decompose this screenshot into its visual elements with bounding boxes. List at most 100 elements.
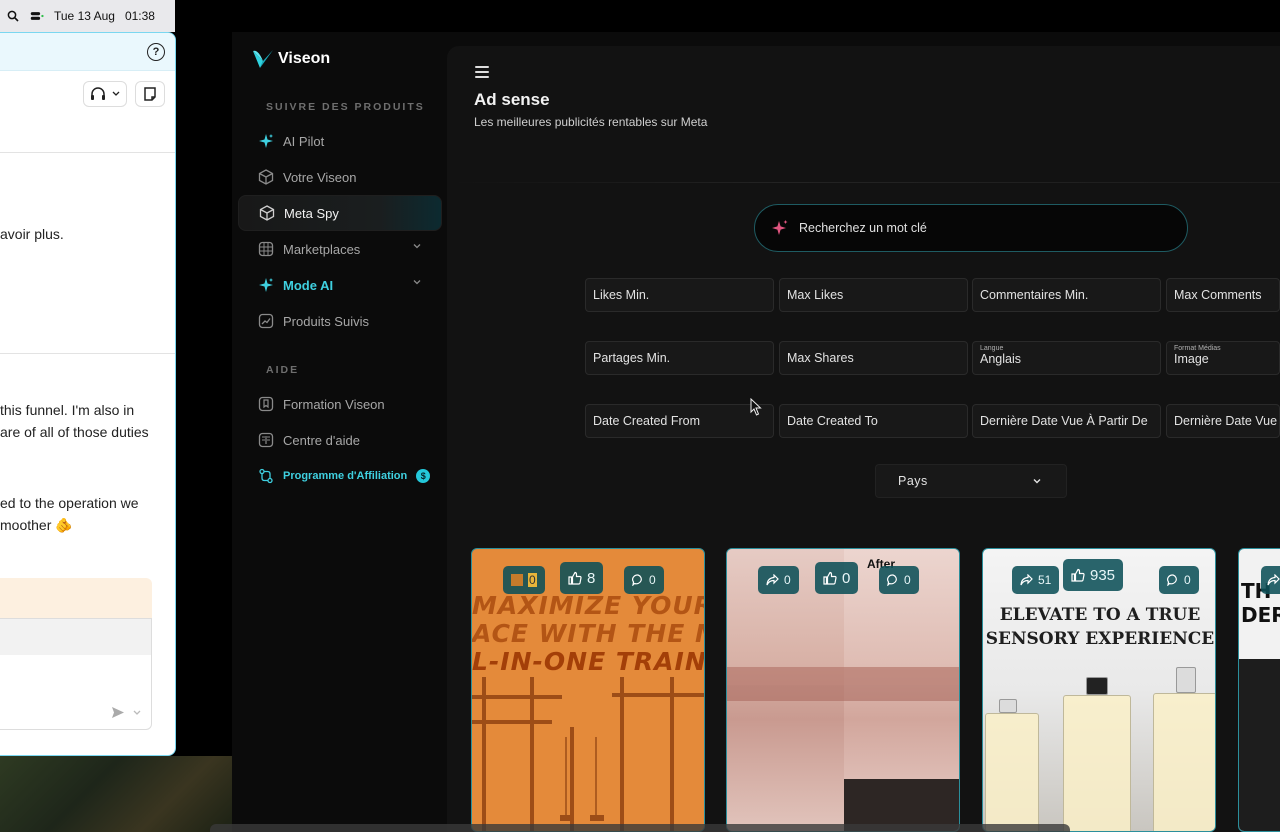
- ad-text-line: ELEVATE TO A TRUE: [999, 605, 1201, 625]
- likes-min-field[interactable]: Likes Min.: [585, 278, 774, 312]
- sidebar-item-votre-viseon[interactable]: Votre Viseon: [238, 159, 442, 195]
- section-title-products: SUIVRE DES PRODUITS: [266, 101, 425, 113]
- spotlight-search-icon[interactable]: [6, 9, 20, 23]
- sidebar-item-label: Programme d'Affiliation: [283, 470, 408, 482]
- headset-dropdown[interactable]: [83, 81, 127, 107]
- chat-window: ? avoir plus. this funnel. I'm also in a…: [0, 32, 176, 756]
- menubar: Tue 13 Aug 01:38: [0, 0, 175, 32]
- media-format-select[interactable]: Format Médias Image: [1166, 341, 1280, 375]
- sidebar-item-label: Mode AI: [283, 277, 334, 293]
- menubar-date[interactable]: Tue 13 Aug: [54, 9, 115, 23]
- help-icon[interactable]: ?: [147, 42, 165, 61]
- country-select[interactable]: Pays: [875, 464, 1067, 498]
- comments-stat: 0: [1159, 566, 1199, 594]
- field-placeholder: Commentaires Min.: [980, 288, 1089, 302]
- chat-header: ?: [0, 33, 175, 71]
- sparkle-icon: [772, 220, 788, 235]
- sidebar-item-formation-viseon[interactable]: Formation Viseon: [238, 386, 442, 422]
- menubar-time[interactable]: 01:38: [125, 9, 155, 23]
- field-placeholder: Likes Min.: [593, 288, 650, 302]
- ad-card[interactable]: After 0 0 0: [726, 548, 960, 832]
- control-center-icon[interactable]: [30, 9, 44, 23]
- sidebar-item-label: Produits Suivis: [283, 313, 369, 329]
- sidebar-item-label: Votre Viseon: [283, 169, 357, 185]
- sidebar-item-mode-ai[interactable]: Mode AI: [238, 267, 442, 303]
- sidebar-item-centre-aide[interactable]: Centre d'aide: [238, 422, 442, 458]
- chat-toolbar: [0, 71, 175, 153]
- last-seen-from-field[interactable]: Dernière Date Vue À Partir De: [972, 404, 1161, 438]
- ad-card[interactable]: ELEVATE TO A TRUE SENSORY EXPERIENCE 51 …: [982, 548, 1216, 832]
- stat-value: 935: [1090, 566, 1116, 584]
- perfume-bottle: [1153, 693, 1215, 831]
- date-created-from-field[interactable]: Date Created From: [585, 404, 774, 438]
- sidebar-item-ai-pilot[interactable]: AI Pilot: [238, 123, 442, 159]
- chevron-down-icon: [1033, 479, 1041, 484]
- notice-banner: [0, 578, 152, 618]
- stat-value: 0: [784, 573, 791, 587]
- grid-box-icon: [258, 241, 274, 257]
- shares-stat: 0: [503, 566, 545, 594]
- likes-stat: 0: [815, 562, 859, 594]
- sparkle-icon: [258, 133, 274, 149]
- viseon-logo-icon: [253, 50, 273, 68]
- bottle-cap: [1176, 667, 1196, 693]
- sidebar-item-label: Centre d'aide: [283, 432, 360, 448]
- max-comments-field[interactable]: Max Comments: [1166, 278, 1280, 312]
- sidebar-item-produits-suivis[interactable]: Produits Suivis: [238, 303, 442, 339]
- share-icon: [1267, 574, 1280, 586]
- sidebar-item-label: Meta Spy: [284, 205, 339, 221]
- share-branch-icon: [258, 468, 274, 484]
- ad-text-line: L-IN-ONE TRAIN: [472, 647, 705, 676]
- share-icon: [766, 574, 779, 586]
- max-shares-field[interactable]: Max Shares: [779, 341, 968, 375]
- likes-stat: 8: [560, 562, 604, 594]
- section-title-help: AIDE: [266, 364, 300, 376]
- thumbs-up-icon: [568, 571, 582, 585]
- field-placeholder: Max Comments: [1174, 288, 1262, 302]
- sidebar-item-meta-spy[interactable]: Meta Spy: [238, 195, 442, 231]
- comments-min-field[interactable]: Commentaires Min.: [972, 278, 1161, 312]
- field-placeholder: Date Created To: [787, 414, 878, 428]
- keyword-search-input[interactable]: Recherchez un mot clé: [754, 204, 1188, 252]
- stat-value: 0: [649, 573, 656, 587]
- field-caption: Format Médias: [1174, 345, 1221, 352]
- ad-card[interactable]: TH DER: [1238, 548, 1280, 832]
- share-icon: [1020, 574, 1033, 586]
- cube-icon: [259, 205, 275, 221]
- stat-value: 0: [842, 569, 851, 587]
- comment-icon: [1167, 574, 1177, 586]
- last-seen-to-field[interactable]: Dernière Date Vue: [1166, 404, 1280, 438]
- max-likes-field[interactable]: Max Likes: [779, 278, 968, 312]
- send-icon[interactable]: [111, 706, 125, 719]
- shares-stat: 0: [758, 566, 799, 594]
- field-value: Anglais: [980, 352, 1021, 366]
- brand-logo[interactable]: Viseon: [252, 48, 330, 70]
- ad-text-line: SENSORY EXPERIENCE: [985, 629, 1215, 649]
- input-toolbar: [0, 619, 151, 655]
- ad-card[interactable]: MAXIMIZE YOUR ACE WITH THE M L-IN-ONE TR…: [471, 548, 705, 832]
- book-icon: [258, 432, 274, 448]
- sidebar-item-marketplaces[interactable]: Marketplaces: [238, 231, 442, 267]
- brand-name: Viseon: [278, 50, 331, 67]
- page-subtitle: Les meilleures publicités rentables sur …: [474, 115, 708, 129]
- bottle-cap: [1086, 677, 1108, 695]
- chat-message-line: moother 🫵: [0, 517, 73, 533]
- viseon-app: Viseon SUIVRE DES PRODUITS AI Pilot Votr…: [232, 32, 1280, 832]
- chat-input[interactable]: [0, 618, 152, 730]
- ad-text-line: ACE WITH THE M: [472, 619, 705, 648]
- date-created-to-field[interactable]: Date Created To: [779, 404, 968, 438]
- chevron-down-icon[interactable]: [133, 710, 141, 716]
- lips-image: [727, 667, 959, 685]
- sidebar-item-affiliation[interactable]: Programme d'Affiliation $: [238, 458, 442, 494]
- stat-value: 0: [1184, 573, 1191, 587]
- shares-stat: 51: [1012, 566, 1060, 594]
- language-select[interactable]: Langue Anglais: [972, 341, 1161, 375]
- sidebar: Viseon SUIVRE DES PRODUITS AI Pilot Votr…: [232, 32, 447, 832]
- shares-stat: [1261, 566, 1280, 594]
- new-note-button[interactable]: [135, 81, 165, 107]
- shares-min-field[interactable]: Partages Min.: [585, 341, 774, 375]
- search-placeholder: Recherchez un mot clé: [799, 221, 927, 235]
- ad-text-line: DER: [1241, 603, 1280, 627]
- chat-message-line: are of all of those duties: [0, 424, 149, 440]
- menu-icon[interactable]: [475, 66, 489, 78]
